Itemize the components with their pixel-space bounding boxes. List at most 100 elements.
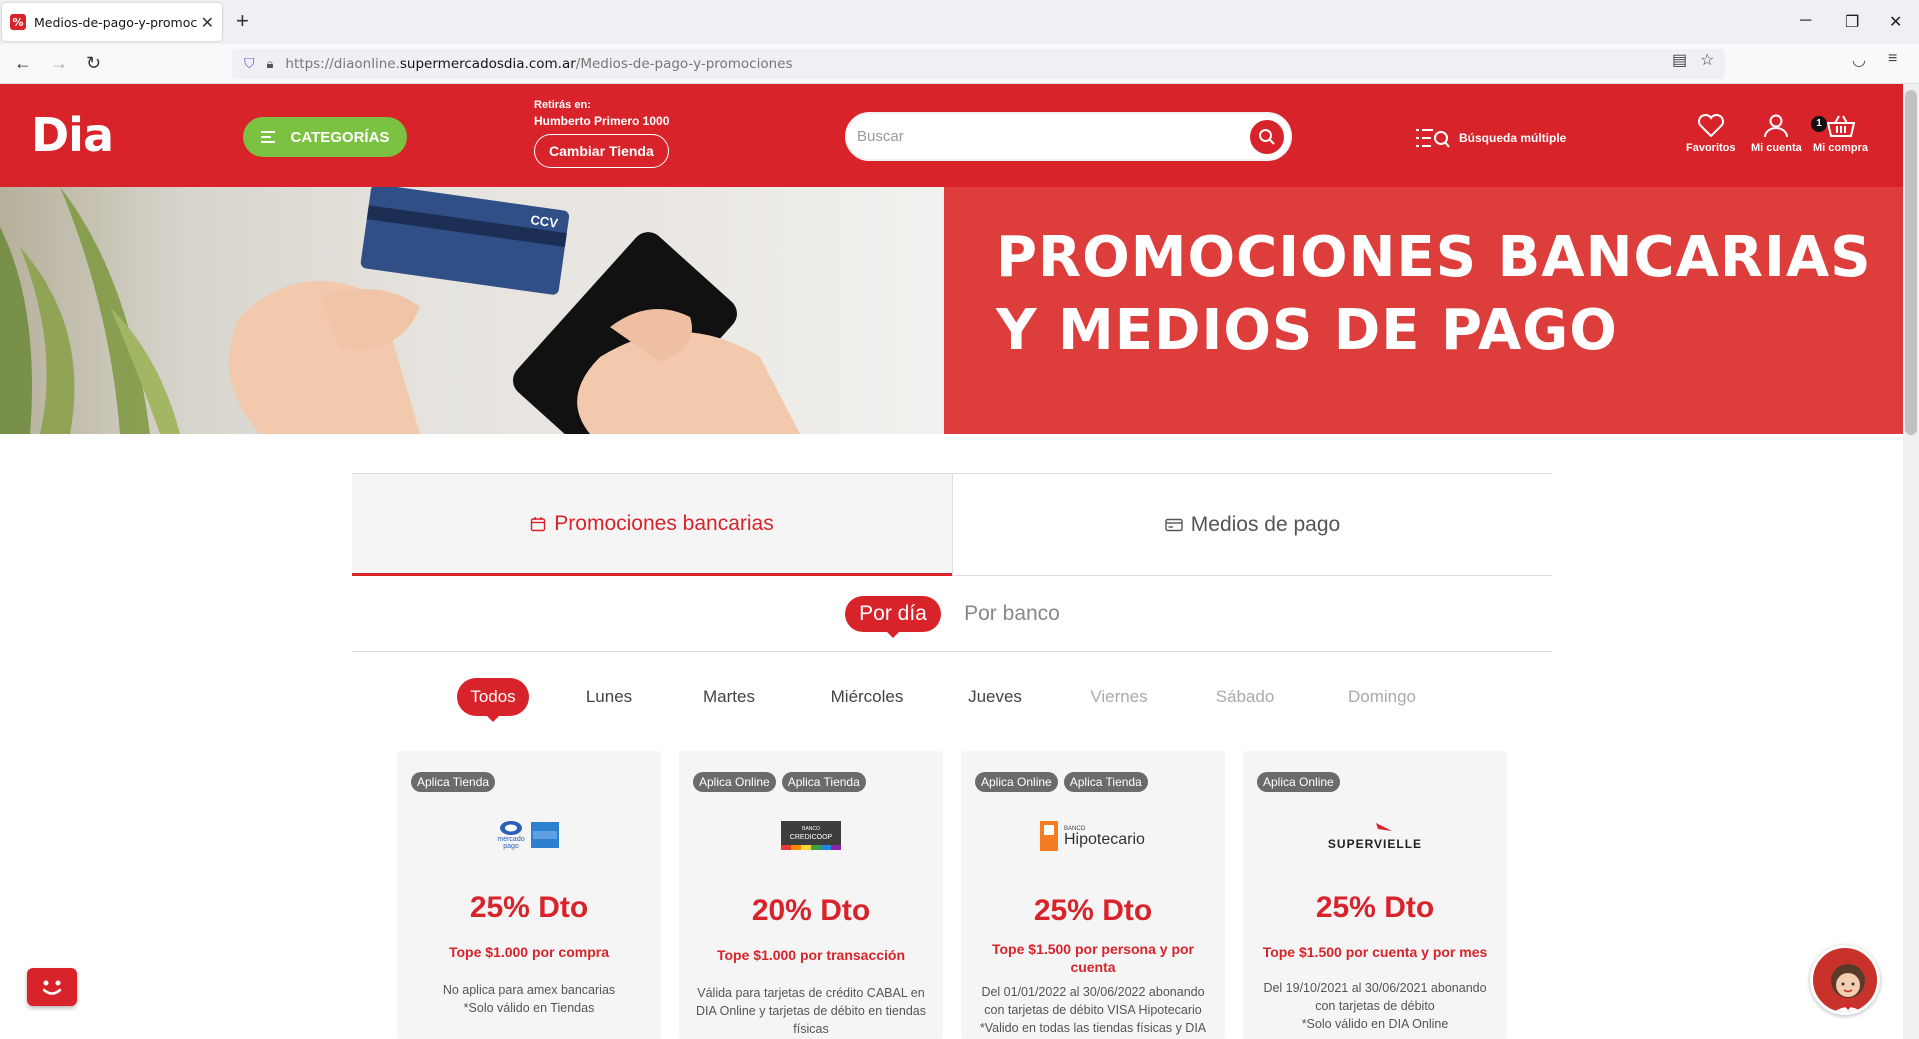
cart-label: Mi compra: [1813, 142, 1869, 154]
bookmark-star-icon[interactable]: ☆: [1700, 50, 1714, 70]
tab-por-dia[interactable]: Por día: [845, 596, 941, 638]
search-button[interactable]: [1250, 120, 1284, 154]
reader-view-icon[interactable]: ▤: [1672, 50, 1687, 70]
pocket-icon[interactable]: ◡: [1852, 50, 1866, 70]
day-filter: Todos Lunes Martes Miércoles Jueves Vier…: [352, 672, 1552, 722]
store-selector: Retirás en: Humberto Primero 1000 Cambia…: [534, 99, 669, 168]
basket-icon: [1826, 115, 1855, 137]
promo-card[interactable]: Aplica Online Aplica Tienda BANCO CREDIC…: [679, 751, 943, 1039]
apply-badge: Aplica Tienda: [411, 772, 496, 792]
multi-search-label: Búsqueda múltiple: [1459, 131, 1567, 145]
app-menu-icon[interactable]: ≡: [1888, 50, 1897, 68]
condition-line: Del 01/01/2022 al 30/06/2022 abonando co…: [981, 985, 1205, 1017]
conditions-text: Del 19/10/2021 al 30/06/2021 abonando co…: [1253, 979, 1497, 1033]
day-todos[interactable]: Todos: [457, 678, 529, 722]
calendar-icon: [531, 516, 546, 531]
forward-icon[interactable]: →: [50, 53, 68, 73]
credicoop-top-text: BANCO: [802, 826, 820, 832]
search-box: [845, 112, 1292, 161]
categories-button[interactable]: CATEGORÍAS: [243, 117, 407, 157]
cart-button[interactable]: 1 Mi compra: [1811, 114, 1869, 154]
supervielle-logo: SUPERVIELLE: [1328, 823, 1421, 851]
condition-line: Del 19/10/2021 al 30/06/2021 abonando co…: [1263, 981, 1487, 1013]
bank-logo-supervielle: SUPERVIELLE: [1243, 813, 1507, 859]
account-label: Mi cuenta: [1751, 142, 1802, 154]
new-tab-icon[interactable]: +: [236, 10, 249, 32]
bank-logo-credicoop: BANCO CREDICOOP: [679, 813, 943, 859]
day-miercoles[interactable]: Miércoles: [822, 678, 912, 716]
scrollbar-thumb[interactable]: [1905, 90, 1917, 435]
apply-badge: Aplica Online: [693, 772, 776, 792]
store-prefix: Retirás en:: [534, 99, 591, 111]
credicoop-logo: BANCO CREDICOOP: [781, 821, 841, 850]
menu-icon: [260, 128, 277, 146]
cart-count-badge: 1: [1811, 116, 1827, 132]
minimize-icon[interactable]: ─: [1800, 12, 1811, 30]
store-name: Humberto Primero 1000: [534, 114, 670, 128]
assistant-avatar-button[interactable]: [1810, 945, 1880, 1015]
url-path: /Medios-de-pago-y-promociones: [575, 56, 793, 72]
day-domingo[interactable]: Domingo: [1332, 678, 1432, 716]
window-close-icon[interactable]: ✕: [1889, 12, 1902, 32]
promo-card[interactable]: Aplica Tienda mercado pago 25% Dto Tope …: [397, 751, 661, 1039]
condition-line: *Solo válido en DIA Online: [1301, 1017, 1449, 1031]
promo-card[interactable]: Aplica Online SUPERVIELLE 25% Dto Tope $…: [1243, 751, 1507, 1039]
conditions-text: Del 01/01/2022 al 30/06/2022 abonando co…: [971, 983, 1215, 1037]
hipotecario-main-text: Hipotecario: [1064, 831, 1145, 848]
discount-value: 25% Dto: [1033, 894, 1153, 927]
condition-line: No aplica para amex bancarias: [442, 983, 616, 997]
categories-label: CATEGORÍAS: [290, 128, 390, 146]
browser-tab-bar: % Medios-de-pago-y-promociones ✕ + ─ ❐ ✕: [0, 0, 1919, 44]
multi-search-button[interactable]: Búsqueda múltiple: [1415, 127, 1566, 149]
assistant-avatar-icon: [1831, 964, 1865, 1012]
banner-title-line-1: PROMOCIONES BANCARIAS: [996, 225, 1872, 290]
user-icon: [1764, 114, 1789, 138]
shield-icon[interactable]: ⛉: [244, 56, 255, 72]
chat-face-icon: [42, 980, 62, 995]
tab-por-banco[interactable]: Por banco: [957, 596, 1067, 632]
day-jueves[interactable]: Jueves: [952, 678, 1038, 716]
search-input[interactable]: [857, 128, 1237, 145]
apply-badge: Aplica Tienda: [781, 772, 866, 792]
hipotecario-logo: BANCO Hipotecario: [1040, 821, 1145, 851]
favorites-button[interactable]: Favoritos: [1686, 114, 1736, 154]
conditions-text: No aplica para amex bancarias *Solo váli…: [407, 981, 651, 1017]
browser-tab[interactable]: % Medios-de-pago-y-promociones ✕: [2, 3, 222, 41]
day-lunes[interactable]: Lunes: [574, 678, 644, 716]
discount-value: 25% Dto: [469, 891, 589, 924]
apply-badge: Aplica Online: [1257, 772, 1340, 792]
search-icon: [1259, 129, 1275, 145]
dia-logo[interactable]: Dia: [31, 112, 114, 158]
chatbot-button[interactable]: [27, 968, 77, 1006]
mercadopago-amex-logo: mercado pago: [497, 821, 559, 850]
hands-card-phone-illustration: CCV: [0, 187, 800, 434]
tab-promociones-bancarias[interactable]: Promociones bancarias: [352, 474, 952, 576]
reload-icon[interactable]: ↻: [86, 53, 101, 73]
url-prefix: https://diaonline.: [285, 56, 400, 72]
lock-icon[interactable]: 🔒︎: [267, 57, 274, 72]
heart-icon: [1697, 114, 1724, 138]
day-viernes[interactable]: Viernes: [1076, 678, 1162, 716]
day-martes[interactable]: Martes: [694, 678, 764, 716]
tab-medios-de-pago[interactable]: Medios de pago: [952, 474, 1552, 576]
discount-value: 25% Dto: [1315, 891, 1435, 924]
restore-icon[interactable]: ❐: [1845, 12, 1859, 32]
address-bar[interactable]: ⛉ 🔒︎ https://diaonline. supermercadosdia.…: [232, 49, 1725, 79]
account-button[interactable]: Mi cuenta: [1751, 114, 1802, 154]
change-store-button[interactable]: Cambiar Tienda: [534, 134, 669, 168]
discount-value: 20% Dto: [751, 894, 871, 927]
day-sabado[interactable]: Sábado: [1202, 678, 1288, 716]
discount-cap: Tope $1.500 por persona y por cuenta: [991, 941, 1195, 975]
condition-line: *Valido en todas las tiendas físicas y D…: [979, 1021, 1207, 1035]
back-icon[interactable]: ←: [14, 53, 32, 73]
filter-mode-tabs: Por día Por banco: [352, 575, 1552, 652]
close-tab-icon[interactable]: ✕: [201, 13, 214, 32]
discount-cap: Tope $1.000 por transacción: [716, 947, 906, 963]
promo-card[interactable]: Aplica Online Aplica Tienda BANCO Hipote…: [961, 751, 1225, 1039]
bank-logo-mercadopago-amex: mercado pago: [397, 813, 661, 859]
apply-badge: Aplica Tienda: [1063, 772, 1148, 792]
banner-title-line-2: Y MEDIOS DE PAGO: [996, 298, 1618, 363]
main-tabs: Promociones bancarias Medios de pago: [352, 473, 1552, 576]
site-favicon-icon: %: [10, 14, 26, 30]
credicoop-main-text: CREDICOOP: [790, 834, 833, 841]
